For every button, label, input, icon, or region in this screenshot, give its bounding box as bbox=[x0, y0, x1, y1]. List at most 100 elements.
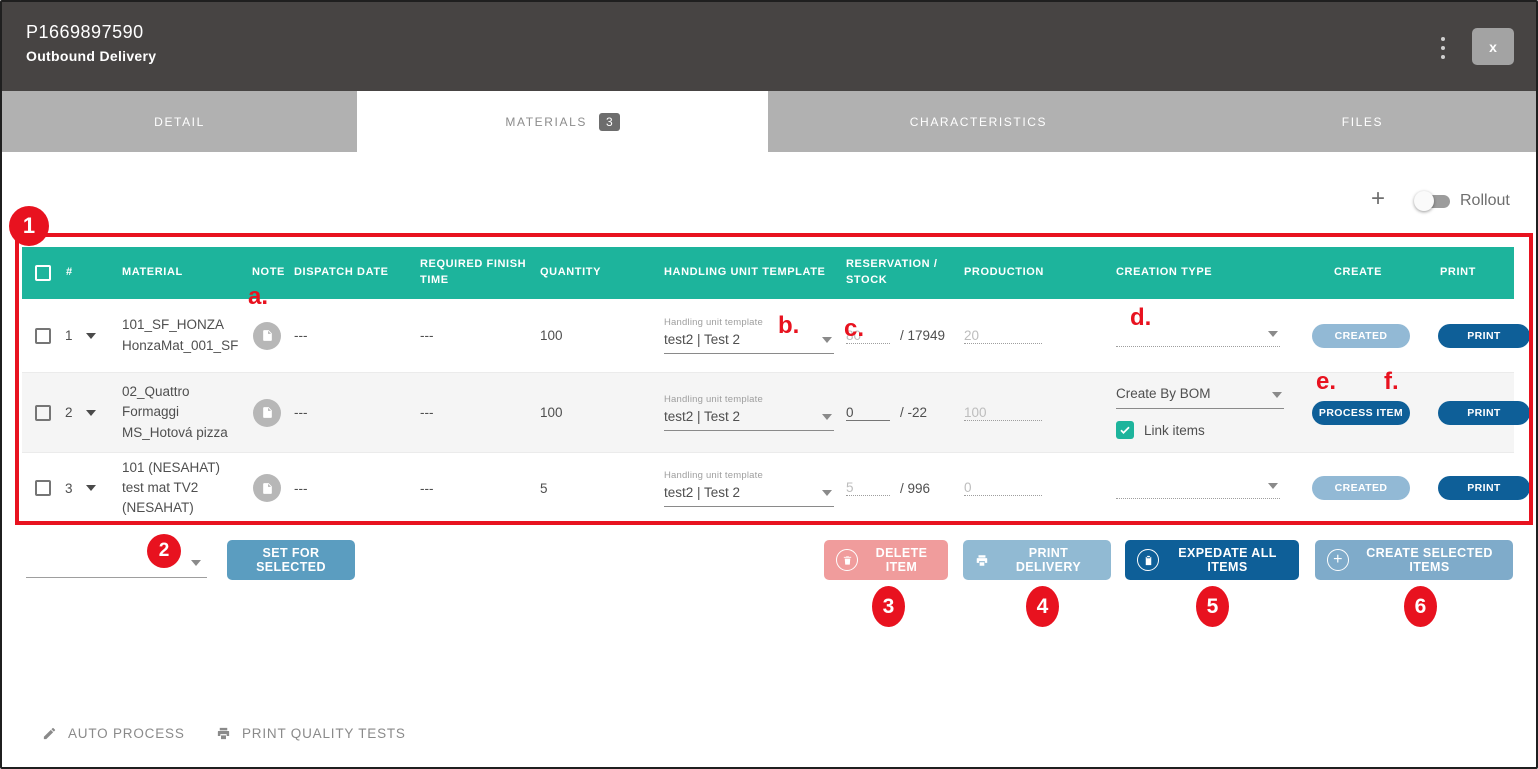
row-checkbox[interactable] bbox=[35, 480, 51, 496]
create-selected-items-button[interactable]: + CREATE SELECTED ITEMS bbox=[1315, 540, 1513, 580]
note-icon bbox=[261, 406, 274, 419]
printer-icon bbox=[216, 726, 231, 741]
print-button[interactable]: PRINT bbox=[1438, 324, 1530, 348]
col-header-num: # bbox=[58, 247, 118, 299]
check-icon bbox=[1119, 424, 1131, 436]
created-button[interactable]: CREATED bbox=[1312, 476, 1410, 500]
table-row: 1 101_SF_HONZA HonzaMat_001_SF --- --- 1… bbox=[22, 299, 1514, 373]
stock-value: / 17949 bbox=[900, 328, 945, 343]
trash-icon bbox=[836, 549, 858, 571]
expand-row-icon[interactable] bbox=[86, 410, 96, 416]
delete-item-button[interactable]: DELETE ITEM bbox=[824, 540, 948, 580]
table-header-row: # MATERIAL NOTE DISPATCH DATE REQUIRED F… bbox=[22, 247, 1514, 299]
reservation-input[interactable] bbox=[846, 328, 890, 344]
dispatch-date: --- bbox=[290, 453, 416, 523]
stock-value: / 996 bbox=[900, 481, 930, 496]
material-name: 101 (NESAHAT) test mat TV2 (NESAHAT) bbox=[122, 458, 244, 519]
link-items-label: Link items bbox=[1144, 423, 1205, 438]
creation-type-select[interactable] bbox=[1116, 325, 1280, 347]
dispatch-date: --- bbox=[290, 299, 416, 372]
plus-icon: + bbox=[1327, 549, 1349, 571]
chevron-down-icon bbox=[1268, 331, 1278, 337]
row-checkbox[interactable] bbox=[35, 405, 51, 421]
annotation-marker-1: 1 bbox=[9, 206, 49, 246]
chevron-down-icon bbox=[1272, 392, 1282, 398]
annotation-marker-6: 6 bbox=[1404, 586, 1437, 627]
created-button[interactable]: CREATED bbox=[1312, 324, 1410, 348]
tab-materials[interactable]: MATERIALS 3 bbox=[357, 91, 768, 152]
col-header-reservation-stock: RESERVATION / STOCK bbox=[842, 247, 960, 299]
note-button[interactable] bbox=[253, 399, 281, 427]
annotation-marker-3: 3 bbox=[872, 586, 905, 627]
row-number: 1 bbox=[65, 328, 73, 343]
col-header-handling-unit-template: HANDLING UNIT TEMPLATE bbox=[660, 247, 842, 299]
page-title: Outbound Delivery bbox=[26, 48, 156, 64]
rollout-toggle[interactable] bbox=[1414, 190, 1452, 212]
title-block: P1669897590 Outbound Delivery bbox=[26, 22, 156, 64]
expand-row-icon[interactable] bbox=[86, 485, 96, 491]
production-input[interactable] bbox=[964, 328, 1042, 344]
bulk-action-select[interactable] bbox=[26, 542, 207, 578]
row-checkbox[interactable] bbox=[35, 328, 51, 344]
required-finish-time: --- bbox=[416, 453, 536, 523]
tab-detail[interactable]: DETAIL bbox=[2, 91, 357, 152]
kebab-menu-icon[interactable] bbox=[1436, 37, 1450, 59]
note-button[interactable] bbox=[253, 322, 281, 350]
tab-bar: DETAIL MATERIALS 3 CHARACTERISTICS FILES bbox=[2, 91, 1536, 152]
print-button[interactable]: PRINT bbox=[1438, 401, 1530, 425]
note-button[interactable] bbox=[253, 474, 281, 502]
stock-value: / -22 bbox=[900, 405, 927, 420]
handling-unit-template-select[interactable]: Handling unit template test2 | Test 2 bbox=[664, 394, 834, 431]
tab-files[interactable]: FILES bbox=[1189, 91, 1536, 152]
set-for-selected-button[interactable]: SET FOR SELECTED bbox=[227, 540, 355, 580]
annotation-marker-4: 4 bbox=[1026, 586, 1059, 627]
handling-unit-template-select[interactable]: Handling unit template test2 | Test 2 bbox=[664, 317, 834, 354]
reservation-input[interactable] bbox=[846, 405, 890, 421]
close-button[interactable]: x bbox=[1472, 28, 1514, 65]
process-item-button[interactable]: PROCESS ITEM bbox=[1312, 401, 1410, 425]
clipboard-icon bbox=[1137, 549, 1159, 571]
col-header-create: CREATE bbox=[1284, 247, 1414, 299]
chevron-down-icon bbox=[822, 414, 832, 420]
quantity: 5 bbox=[536, 453, 660, 523]
required-finish-time: --- bbox=[416, 299, 536, 372]
row-number: 2 bbox=[65, 405, 73, 420]
col-header-production: PRODUCTION bbox=[960, 247, 1108, 299]
materials-count-badge: 3 bbox=[599, 113, 620, 131]
dispatch-date: --- bbox=[290, 373, 416, 452]
table-row: 3 101 (NESAHAT) test mat TV2 (NESAHAT) -… bbox=[22, 453, 1514, 524]
col-header-required-finish-time: REQUIRED FINISH TIME bbox=[416, 247, 536, 299]
col-header-note: NOTE bbox=[248, 247, 290, 299]
print-quality-tests-button[interactable]: PRINT QUALITY TESTS bbox=[216, 726, 406, 741]
table-row: 2 02_Quattro Formaggi MS_Hotová pizza --… bbox=[22, 373, 1514, 453]
col-header-creation-type: CREATION TYPE bbox=[1108, 247, 1284, 299]
print-button[interactable]: PRINT bbox=[1438, 476, 1530, 500]
tab-characteristics[interactable]: CHARACTERISTICS bbox=[768, 91, 1189, 152]
pencil-icon bbox=[42, 726, 57, 741]
printer-icon bbox=[975, 553, 989, 568]
material-name: 02_Quattro Formaggi MS_Hotová pizza bbox=[122, 382, 244, 443]
rollout-label: Rollout bbox=[1460, 192, 1510, 210]
add-item-button[interactable]: + bbox=[1365, 186, 1391, 212]
document-number: P1669897590 bbox=[26, 22, 156, 43]
outbound-delivery-window: P1669897590 Outbound Delivery x DETAIL M… bbox=[0, 0, 1538, 769]
chevron-down-icon bbox=[191, 560, 201, 566]
handling-unit-template-select[interactable]: Handling unit template test2 | Test 2 bbox=[664, 470, 834, 507]
material-name: 101_SF_HONZA HonzaMat_001_SF bbox=[122, 315, 244, 356]
chevron-down-icon bbox=[822, 337, 832, 343]
note-icon bbox=[261, 482, 274, 495]
expand-row-icon[interactable] bbox=[86, 333, 96, 339]
required-finish-time: --- bbox=[416, 373, 536, 452]
select-all-checkbox[interactable] bbox=[35, 265, 51, 281]
creation-type-select[interactable]: Create By BOM bbox=[1116, 386, 1284, 409]
expedate-all-items-button[interactable]: EXPEDATE ALL ITEMS bbox=[1125, 540, 1299, 580]
reservation-input[interactable] bbox=[846, 480, 890, 496]
link-items-checkbox[interactable] bbox=[1116, 421, 1134, 439]
creation-type-select[interactable] bbox=[1116, 477, 1280, 499]
production-input[interactable] bbox=[964, 405, 1042, 421]
row-number: 3 bbox=[65, 481, 73, 496]
production-input[interactable] bbox=[964, 480, 1042, 496]
auto-process-button[interactable]: AUTO PROCESS bbox=[42, 726, 185, 741]
print-delivery-button[interactable]: PRINT DELIVERY bbox=[963, 540, 1111, 580]
chevron-down-icon bbox=[1268, 483, 1278, 489]
